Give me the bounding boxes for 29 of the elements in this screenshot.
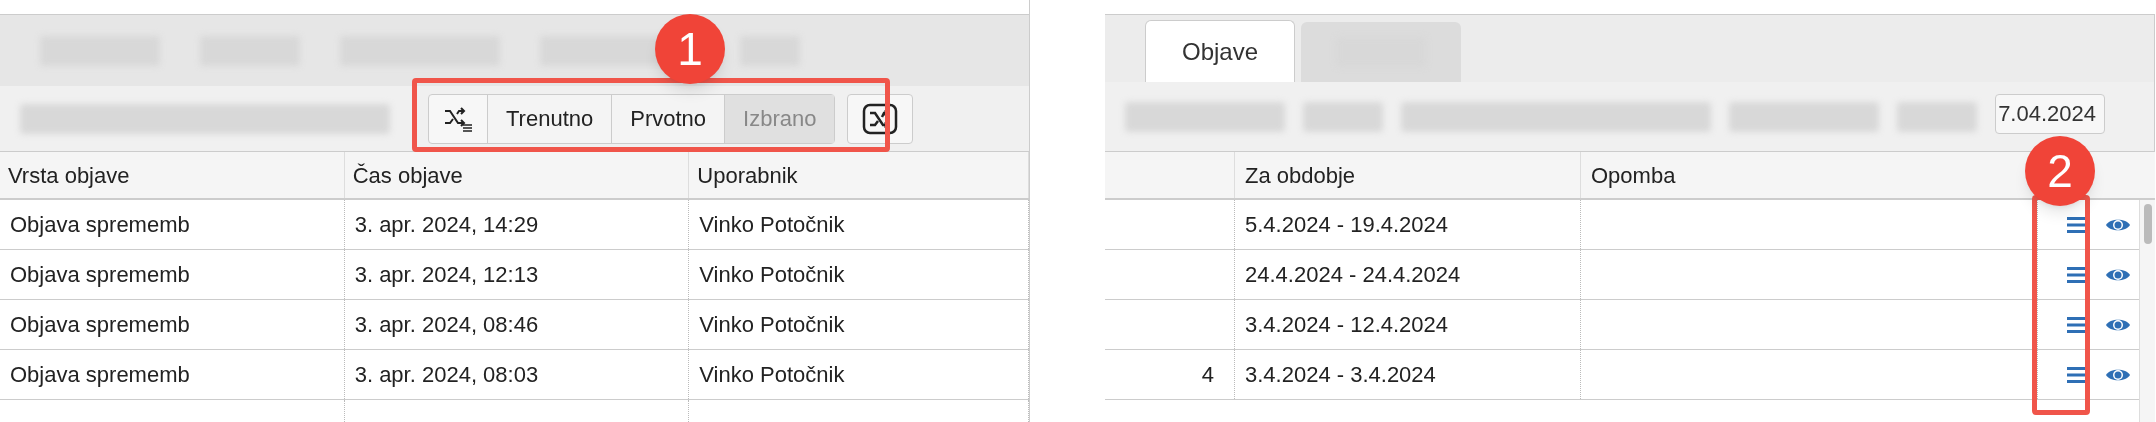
table-cell-text: 3.4.2024 - 12.4.2024	[1245, 311, 1449, 339]
column-header[interactable]: Opomba	[1591, 158, 1676, 192]
table-cell-text: Vinko Potočnik	[699, 311, 845, 339]
date-value: 7.04.2024	[1998, 100, 2096, 128]
date-field[interactable]: 7.04.2024	[1995, 93, 2105, 134]
table-cell-text: 4	[1201, 361, 1214, 389]
table-cell-text: Objava sprememb	[10, 311, 190, 339]
shuffle-button[interactable]	[847, 93, 914, 144]
scrollbar[interactable]	[2139, 200, 2155, 422]
table-cell-text: 3. apr. 2024, 12:13	[354, 261, 539, 289]
table-cell-text: Vinko Potočnik	[699, 361, 845, 389]
shuffle-icon	[862, 102, 899, 135]
table-cell-text: 24.4.2024 - 24.4.2024	[1245, 261, 1461, 289]
tab[interactable]: Objave	[1145, 20, 1295, 82]
table-cell-text: 3. apr. 2024, 08:46	[354, 311, 539, 339]
column-header[interactable]: Za obdobje	[1245, 158, 1356, 192]
column-header[interactable]: Čas objave	[352, 158, 463, 192]
table-cell-text: Objava sprememb	[10, 261, 190, 289]
table-cell-text: 3. apr. 2024, 08:03	[354, 361, 539, 389]
column-header[interactable]: Uporabnik	[697, 158, 798, 192]
table-cell-text: 5.4.2024 - 19.4.2024	[1245, 211, 1449, 239]
table-cell-text: 3.4.2024 - 3.4.2024	[1245, 361, 1436, 389]
table-cell-text: Objava sprememb	[10, 361, 190, 389]
table-cell-text: Vinko Potočnik	[699, 211, 845, 239]
column-header[interactable]: Vrsta objave	[8, 158, 130, 192]
table-cell-text: Objava sprememb	[10, 211, 190, 239]
shuffle-list-icon	[443, 104, 473, 133]
table-cell-text: Vinko Potočnik	[699, 261, 845, 289]
table-cell-text: 3. apr. 2024, 14:29	[354, 211, 539, 239]
